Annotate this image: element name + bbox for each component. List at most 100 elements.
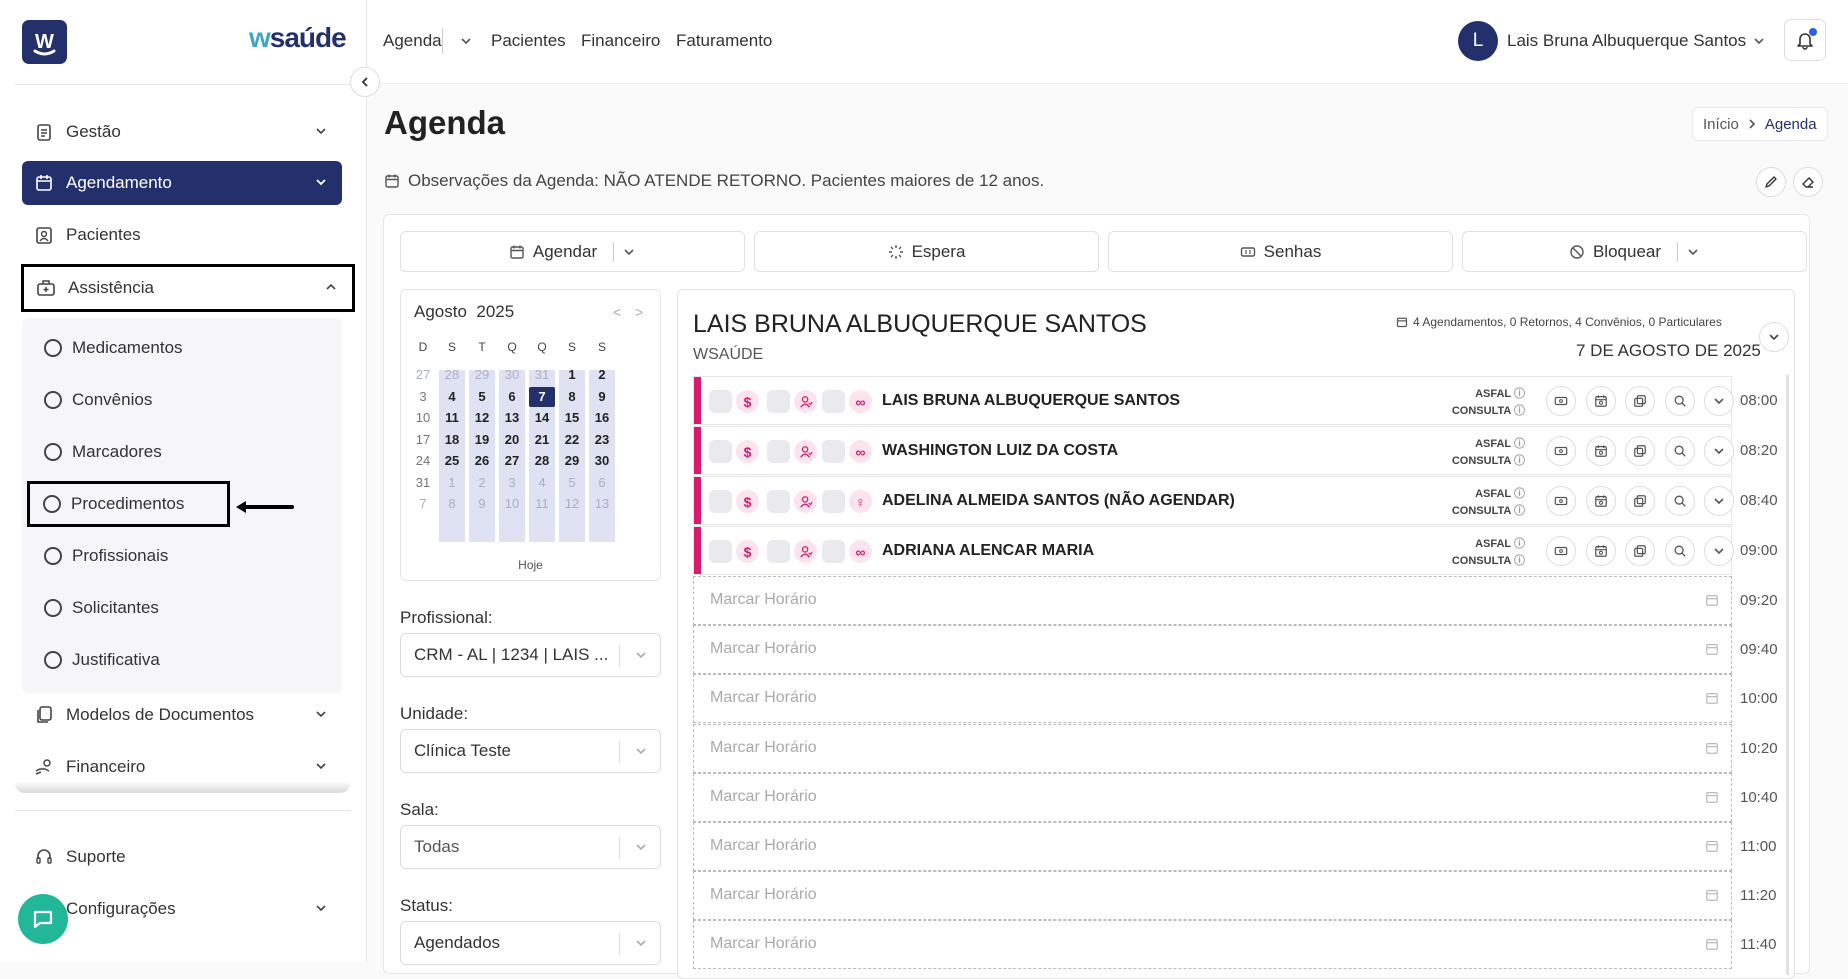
topnav-faturamento[interactable]: Faturamento [676, 31, 772, 51]
patient-name[interactable]: ADRIANA ALENCAR MARIA [882, 542, 1094, 560]
ticket-icon[interactable] [1546, 536, 1576, 566]
copy-icon[interactable] [1625, 486, 1655, 516]
calendar-day[interactable]: 31 [529, 365, 555, 385]
submenu-item-justificativa[interactable]: Justificativa [44, 642, 160, 678]
copy-icon[interactable] [1625, 436, 1655, 466]
patient-name[interactable]: WASHINGTON LUIZ DA COSTA [882, 442, 1118, 460]
reschedule-icon[interactable] [1586, 536, 1616, 566]
empty-slot[interactable]: Marcar Horário [693, 772, 1732, 822]
calendar-day[interactable]: 4 [439, 387, 465, 407]
empty-slot[interactable]: Marcar Horário [693, 871, 1732, 921]
calendar-day[interactable]: 11 [529, 494, 555, 514]
empty-slot[interactable]: Marcar Horário [693, 674, 1732, 724]
calendar-day[interactable]: 10 [410, 408, 436, 428]
sidebar-item-gestao[interactable]: Gestão [22, 110, 342, 154]
agenda-scrollbar[interactable] [1786, 375, 1789, 975]
calendar-day[interactable]: 5 [469, 387, 495, 407]
chevron-down-icon[interactable] [622, 245, 636, 259]
search-icon[interactable] [1665, 536, 1695, 566]
submenu-item-convenios[interactable]: Convênios [44, 382, 152, 418]
calendar-day[interactable]: 5 [559, 473, 585, 493]
calendar-day[interactable]: 8 [559, 387, 585, 407]
topnav-agenda[interactable]: Agenda [383, 31, 442, 51]
submenu-item-procedimentos[interactable]: Procedimentos [27, 481, 230, 527]
calendar-day[interactable]: 30 [589, 451, 615, 471]
empty-slot[interactable]: Marcar Horário [693, 625, 1732, 675]
agenda-expand-button[interactable] [1759, 322, 1789, 352]
calendar-day[interactable]: 16 [589, 408, 615, 428]
bloquear-button[interactable]: Bloquear [1462, 231, 1807, 272]
chevron-down-icon[interactable] [459, 34, 473, 48]
sidebar-item-suporte[interactable]: Suporte [22, 835, 342, 879]
clear-observations-button[interactable] [1793, 167, 1823, 197]
calendar-day[interactable]: 20 [499, 430, 525, 450]
appointment-row[interactable]: $ ∞ LAIS BRUNA ALBUQUERQUE SANTOS ASFAL … [693, 376, 1734, 425]
reschedule-icon[interactable] [1586, 386, 1616, 416]
dollar-icon[interactable]: $ [736, 440, 759, 463]
calendar-day[interactable]: 6 [499, 387, 525, 407]
avatar[interactable]: L [1458, 21, 1498, 61]
agendar-button[interactable]: Agendar [400, 231, 745, 272]
calendar-prev-button[interactable]: < [613, 304, 621, 320]
chevron-down-icon[interactable] [1752, 34, 1766, 48]
calendar-day[interactable]: 30 [499, 365, 525, 385]
dollar-icon[interactable]: $ [736, 390, 759, 413]
patient-name[interactable]: ADELINA ALMEIDA SANTOS (NÃO AGENDAR) [882, 492, 1235, 510]
patient-check-icon[interactable] [794, 490, 817, 513]
senhas-button[interactable]: Senhas [1108, 231, 1453, 272]
appointment-row[interactable]: $ ∞ WASHINGTON LUIZ DA COSTA ASFAL ⓘ CON… [693, 426, 1734, 475]
calendar-day[interactable]: 10 [499, 494, 525, 514]
sidebar-item-assistencia[interactable]: Assistência [21, 264, 355, 312]
calendar-day[interactable]: 18 [439, 430, 465, 450]
calendar-day[interactable]: 4 [529, 473, 555, 493]
ticket-icon[interactable] [1546, 436, 1576, 466]
appointment-row[interactable]: $ ♀ ADELINA ALMEIDA SANTOS (NÃO AGENDAR)… [693, 476, 1734, 525]
breadcrumb-home[interactable]: Início [1703, 116, 1739, 133]
patient-name[interactable]: LAIS BRUNA ALBUQUERQUE SANTOS [882, 392, 1180, 410]
calendar-day[interactable]: 3 [499, 473, 525, 493]
search-icon[interactable] [1665, 386, 1695, 416]
reschedule-icon[interactable] [1586, 486, 1616, 516]
submenu-item-marcadores[interactable]: Marcadores [44, 434, 162, 470]
calendar-day[interactable]: 25 [439, 451, 465, 471]
empty-slot[interactable]: Marcar Horário [693, 920, 1732, 970]
patient-check-icon[interactable] [794, 440, 817, 463]
calendar-day[interactable]: 21 [529, 430, 555, 450]
calendar-day[interactable]: 3 [410, 387, 436, 407]
submenu-item-profissionais[interactable]: Profissionais [44, 538, 168, 574]
sidebar-item-modelos-documentos[interactable]: Modelos de Documentos [22, 693, 342, 737]
chevron-down-icon[interactable] [1704, 386, 1734, 416]
user-menu[interactable]: Lais Bruna Albuquerque Santos [1507, 31, 1746, 51]
calendar-day[interactable]: 9 [469, 494, 495, 514]
calendar-day[interactable]: 7 [410, 494, 436, 514]
ticket-icon[interactable] [1546, 486, 1576, 516]
empty-slot[interactable]: Marcar Horário [693, 576, 1732, 625]
topnav-pacientes[interactable]: Pacientes [491, 31, 566, 51]
calendar-day[interactable]: 22 [559, 430, 585, 450]
espera-button[interactable]: Espera [754, 231, 1099, 272]
calendar-day[interactable]: 27 [410, 365, 436, 385]
notifications-button[interactable] [1784, 19, 1826, 61]
sala-select[interactable]: Todas [400, 825, 661, 869]
patient-check-icon[interactable] [794, 540, 817, 563]
sidebar-item-agendamento[interactable]: Agendamento [22, 161, 342, 205]
calendar-next-button[interactable]: > [635, 304, 643, 320]
calendar-day[interactable]: 13 [499, 408, 525, 428]
calendar-day[interactable]: 27 [499, 451, 525, 471]
calendar-day[interactable]: 29 [559, 451, 585, 471]
submenu-item-solicitantes[interactable]: Solicitantes [44, 590, 159, 626]
calendar-day[interactable]: 31 [410, 473, 436, 493]
chevron-down-icon[interactable] [1704, 436, 1734, 466]
copy-icon[interactable] [1625, 536, 1655, 566]
calendar-day[interactable]: 12 [469, 408, 495, 428]
calendar-day[interactable]: 13 [589, 494, 615, 514]
empty-slot[interactable]: Marcar Horário [693, 822, 1732, 871]
search-icon[interactable] [1665, 436, 1695, 466]
calendar-day[interactable]: 2 [589, 365, 615, 385]
status-select[interactable]: Agendados [400, 921, 661, 965]
app-logo[interactable]: W [22, 20, 67, 64]
profissional-select[interactable]: CRM - AL | 1234 | LAIS ... [400, 633, 661, 677]
sidebar-item-configuracoes[interactable]: Configurações [22, 887, 342, 931]
calendar-day[interactable]: 12 [559, 494, 585, 514]
submenu-item-medicamentos[interactable]: Medicamentos [44, 330, 183, 366]
